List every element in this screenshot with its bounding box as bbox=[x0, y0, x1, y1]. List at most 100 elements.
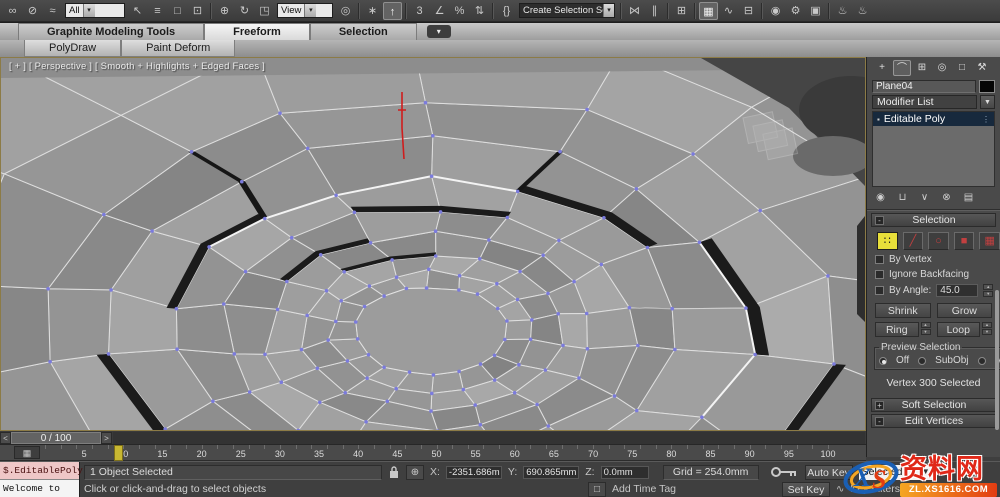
grow-button[interactable]: Grow bbox=[936, 303, 992, 318]
chevron-down-icon[interactable]: ▾ bbox=[304, 4, 317, 17]
material-editor-icon[interactable]: ◉ bbox=[766, 2, 785, 20]
viewport-label[interactable]: [ + ] [ Perspective ] [ Smooth + Highlig… bbox=[9, 61, 265, 72]
set-key-button[interactable]: Set Key bbox=[782, 481, 830, 497]
keyboard-override-icon[interactable]: ↑ bbox=[383, 1, 402, 20]
render-setup-icon[interactable]: ⚙ bbox=[786, 2, 805, 20]
tab-display[interactable]: □ bbox=[953, 60, 971, 76]
named-selection-sets-dropdown[interactable]: Create Selection Se ▾ bbox=[519, 3, 615, 18]
select-and-move-icon[interactable]: ⊕ bbox=[215, 2, 234, 20]
chevron-down-icon[interactable]: ▾ bbox=[602, 4, 614, 17]
render-production-icon[interactable]: ♨ bbox=[833, 2, 852, 20]
object-color-swatch[interactable] bbox=[979, 80, 995, 93]
tab-freeform[interactable]: Freeform bbox=[204, 23, 310, 40]
rectangular-selection-icon[interactable]: □ bbox=[168, 2, 187, 20]
radio-subobj[interactable] bbox=[918, 356, 927, 365]
time-tag-icon[interactable]: □ bbox=[588, 481, 606, 497]
radio-multi[interactable] bbox=[977, 356, 986, 365]
absolute-mode-icon[interactable]: ⊕ bbox=[406, 464, 424, 480]
time-slider-handle[interactable]: 0 / 100 bbox=[11, 431, 101, 444]
stack-item-editable-poly[interactable]: ▪ Editable Poly ⋮ bbox=[873, 112, 994, 126]
ignore-backfacing-checkbox[interactable] bbox=[875, 270, 884, 279]
chevron-down-icon[interactable]: ▾ bbox=[82, 4, 95, 17]
align-icon[interactable]: ∥ bbox=[645, 2, 664, 20]
spinner-snap-icon[interactable]: ⇅ bbox=[470, 2, 489, 20]
snaps-toggle-icon[interactable]: 3 bbox=[410, 2, 429, 20]
select-and-rotate-icon[interactable]: ↻ bbox=[235, 2, 254, 20]
by-vertex-checkbox[interactable] bbox=[875, 255, 884, 264]
edit-named-selection-sets-icon[interactable]: {} bbox=[497, 2, 516, 20]
percent-snap-icon[interactable]: % bbox=[450, 2, 469, 20]
ribbon-minimize-icon[interactable]: ▾ bbox=[426, 25, 451, 38]
select-and-scale-icon[interactable]: ◳ bbox=[255, 2, 274, 20]
make-unique-icon[interactable]: ∨ bbox=[917, 191, 932, 205]
subobject-expand-icon[interactable]: ⋮ bbox=[982, 115, 990, 124]
modifier-list-dropdown[interactable]: Modifier List bbox=[872, 95, 977, 109]
configure-modifier-sets-icon[interactable]: ▤ bbox=[961, 191, 976, 205]
previous-frame-button[interactable]: < bbox=[0, 431, 11, 444]
perspective-viewport[interactable]: [ + ] [ Perspective ] [ Smooth + Highlig… bbox=[0, 57, 866, 431]
tab-create[interactable]: + bbox=[873, 60, 891, 76]
selection-filter-dropdown[interactable]: All ▾ bbox=[65, 3, 125, 18]
loop-spinner[interactable]: ▲ ▼ bbox=[982, 322, 992, 335]
soft-selection-rollout-header[interactable]: + Soft Selection bbox=[871, 398, 996, 412]
by-angle-checkbox[interactable] bbox=[875, 286, 884, 295]
use-pivot-center-icon[interactable]: ◎ bbox=[336, 2, 355, 20]
window-crossing-icon[interactable]: ⊡ bbox=[188, 2, 207, 20]
reference-coordinate-dropdown[interactable]: View ▾ bbox=[277, 3, 333, 18]
add-time-tag[interactable]: Add Time Tag bbox=[612, 483, 692, 495]
by-angle-spinner[interactable]: ▲ ▼ bbox=[983, 284, 994, 297]
vertex-mode-icon[interactable]: ∷ bbox=[877, 232, 898, 250]
render-iterative-icon[interactable]: ♨ bbox=[853, 2, 872, 20]
pin-stack-icon[interactable]: ◉ bbox=[873, 191, 888, 205]
chevron-down-icon[interactable]: ▼ bbox=[980, 95, 995, 109]
schematic-view-icon[interactable]: ⊟ bbox=[739, 2, 758, 20]
modifier-stack[interactable]: ▪ Editable Poly ⋮ bbox=[872, 111, 995, 187]
edge-mode-icon[interactable]: ╱ bbox=[902, 232, 924, 250]
bind-to-space-warp-icon[interactable]: ≈ bbox=[43, 2, 62, 20]
show-end-result-icon[interactable]: ⊔ bbox=[895, 191, 910, 205]
loop-button[interactable]: Loop bbox=[936, 322, 980, 337]
element-mode-icon[interactable]: ▦ bbox=[979, 232, 1000, 250]
select-and-manipulate-icon[interactable]: ∗ bbox=[363, 2, 382, 20]
collapse-icon[interactable]: - bbox=[875, 215, 884, 225]
expand-icon[interactable]: + bbox=[875, 400, 884, 410]
border-mode-icon[interactable]: ○ bbox=[928, 232, 949, 250]
current-frame-marker[interactable] bbox=[114, 445, 123, 461]
collapse-icon[interactable]: - bbox=[875, 416, 884, 426]
selection-rollout-header[interactable]: - Selection bbox=[871, 213, 996, 227]
mini-curve-editor-icon[interactable]: ▦ bbox=[14, 446, 40, 459]
subtab-polydraw[interactable]: PolyDraw bbox=[24, 40, 122, 57]
curve-editor-icon[interactable]: ∿ bbox=[719, 2, 738, 20]
time-slider-track[interactable] bbox=[113, 431, 865, 444]
tab-modify[interactable]: ⌒ bbox=[893, 60, 911, 76]
x-coordinate-field[interactable]: -2351.686m bbox=[445, 465, 502, 479]
by-angle-field[interactable]: 45.0 bbox=[936, 284, 979, 297]
object-name-field[interactable]: Plane04 bbox=[872, 80, 976, 93]
select-object-icon[interactable]: ↖ bbox=[128, 2, 147, 20]
radio-off[interactable] bbox=[879, 356, 887, 365]
selection-lock-icon[interactable] bbox=[388, 465, 400, 479]
layer-manager-icon[interactable]: ⊞ bbox=[672, 2, 691, 20]
remove-modifier-icon[interactable]: ⊗ bbox=[939, 191, 954, 205]
select-by-name-icon[interactable]: ≡ bbox=[148, 2, 167, 20]
shrink-button[interactable]: Shrink bbox=[875, 303, 931, 318]
rendered-frame-icon[interactable]: ▣ bbox=[806, 2, 825, 20]
y-coordinate-field[interactable]: 690.865mm bbox=[523, 465, 580, 479]
tab-selection[interactable]: Selection bbox=[309, 23, 417, 40]
tab-graphite-modeling-tools[interactable]: Graphite Modeling Tools bbox=[18, 23, 205, 40]
select-and-link-icon[interactable]: ∞ bbox=[3, 2, 22, 20]
maxscript-mini-listener[interactable]: $.EditablePoly Welcome to MAX! bbox=[0, 462, 83, 497]
graphite-ribbon-toggle-icon[interactable]: ▦ bbox=[699, 1, 718, 20]
ring-spinner[interactable]: ▲ ▼ bbox=[920, 322, 931, 335]
tab-motion[interactable]: ◎ bbox=[933, 60, 951, 76]
edit-vertices-rollout-header[interactable]: - Edit Vertices bbox=[871, 414, 996, 428]
tab-hierarchy[interactable]: ⊞ bbox=[913, 60, 931, 76]
tab-utilities[interactable]: ⚒ bbox=[973, 60, 991, 76]
z-coordinate-field[interactable]: 0.0mm bbox=[600, 465, 649, 479]
unlink-selection-icon[interactable]: ⊘ bbox=[23, 2, 42, 20]
next-frame-button[interactable]: > bbox=[101, 431, 112, 444]
subtab-paint-deform[interactable]: Paint Deform bbox=[121, 40, 236, 57]
ring-button[interactable]: Ring bbox=[875, 322, 919, 337]
track-bar[interactable]: ▦ 5 10 15 20 25 30 35 40 45 50 55 60 65 70 75 80 85 90 95 1… bbox=[0, 445, 866, 461]
panel-scrollbar[interactable] bbox=[995, 290, 999, 430]
